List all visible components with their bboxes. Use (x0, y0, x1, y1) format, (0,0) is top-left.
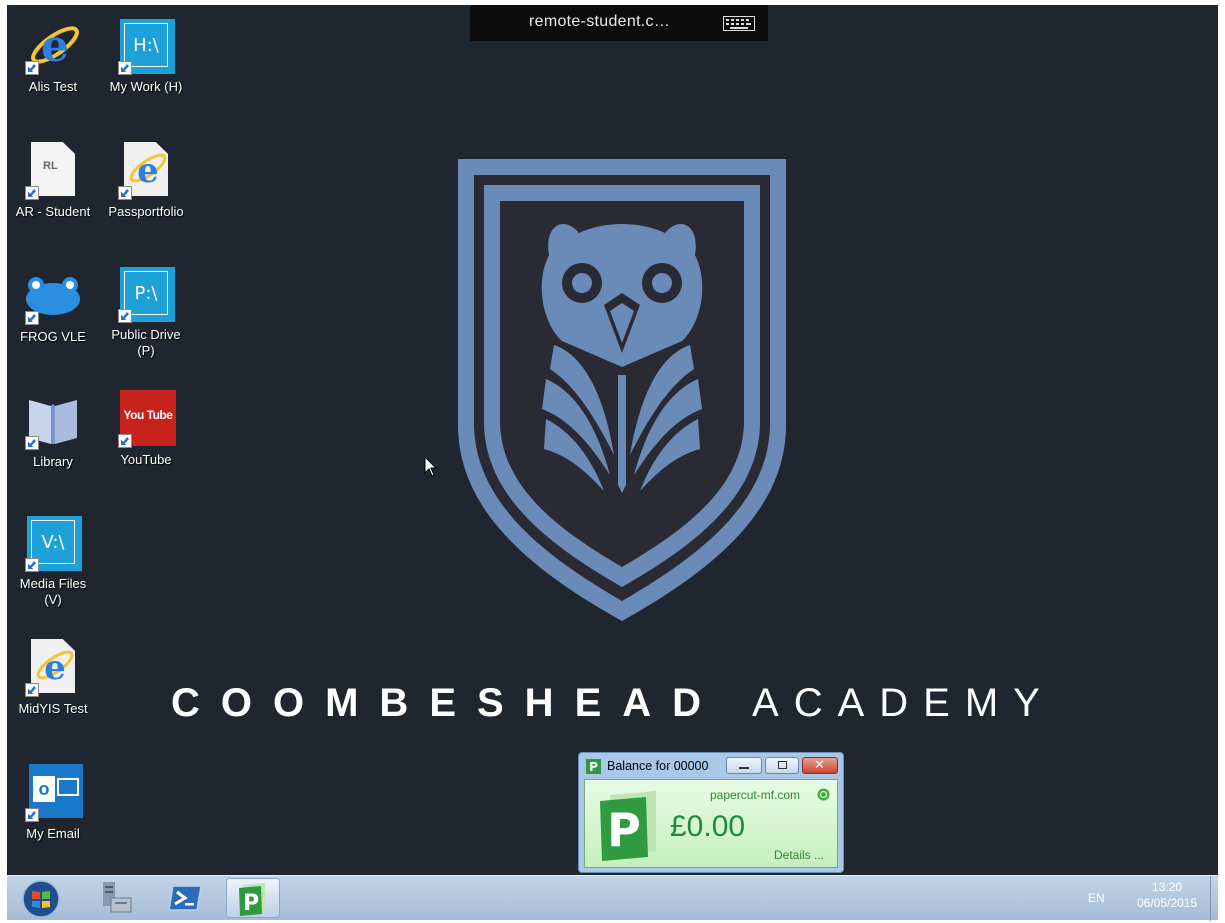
desktop-icon-label: AR - Student (15, 204, 91, 219)
svg-text:P: P (607, 803, 641, 857)
desktop-icon-label: My Email (26, 826, 80, 841)
youtube-brand-text: You Tube (123, 408, 173, 422)
shortcut-arrow-icon (25, 311, 39, 325)
desktop-icon-label: My Work (H) (109, 79, 183, 94)
document-icon-text: RL (43, 160, 58, 172)
svg-text:e: e (44, 648, 66, 688)
desktop-icon-youtube[interactable]: You Tube YouTube (102, 388, 190, 468)
shortcut-arrow-icon (118, 186, 132, 200)
desktop-icon-label: Alis Test (28, 79, 78, 94)
desktop-icon-label: Library (33, 454, 73, 469)
desktop-icon-label: MidYIS Test (18, 701, 88, 716)
desktop-icon-media-files[interactable]: V:\ Media Files (V) (9, 512, 97, 608)
papercut-details-link[interactable]: Details ... (774, 848, 824, 862)
remote-session-title: remote-student.c… (529, 13, 671, 30)
start-orb-icon (22, 880, 60, 918)
taskbar-server-manager[interactable] (89, 878, 143, 918)
svg-text:P: P (243, 891, 259, 916)
desktop-icon-midyis-test[interactable]: e MidYIS Test (9, 637, 97, 717)
desktop-icon-alis-test[interactable]: e Alis Test (9, 15, 97, 95)
remote-session-bar[interactable]: remote-student.c… (470, 5, 768, 41)
desktop-icon-passportfolio[interactable]: e Passportfolio (102, 140, 190, 220)
desktop-icon-frog-vle[interactable]: FROG VLE (9, 265, 97, 345)
clock-date: 06/05/2015 (1136, 896, 1198, 910)
shortcut-arrow-icon (118, 434, 132, 448)
desktop-icon-label: FROG VLE (20, 329, 86, 344)
powershell-icon (168, 885, 202, 911)
shortcut-arrow-icon (25, 808, 39, 822)
papercut-logo-icon: P (600, 791, 656, 861)
mouse-cursor-icon (424, 456, 438, 477)
desktop-icon-label: YouTube (120, 452, 172, 467)
language-indicator[interactable]: EN (1088, 891, 1105, 905)
papercut-site-link[interactable]: papercut-mf.com (710, 788, 800, 802)
shortcut-arrow-icon (25, 558, 39, 572)
shortcut-arrow-icon (25, 436, 39, 450)
maximize-button[interactable] (765, 757, 799, 774)
papercut-window-title: Balance for 00000 (607, 759, 709, 773)
start-button[interactable] (11, 878, 71, 918)
desktop: remote-student.c… e Alis Test H:\ My Wor… (7, 5, 1218, 875)
papercut-balance-panel: P papercut-mf.com £0.00 Details ... (584, 779, 838, 868)
svg-text:P: P (589, 760, 598, 774)
papercut-balance-window[interactable]: P Balance for 00000 P papercut-mf.com £0… (578, 752, 844, 873)
system-clock[interactable]: 13:20 06/05/2015 (1131, 879, 1203, 911)
minimize-button[interactable] (726, 757, 762, 774)
academy-wordmark: COOMBESHEAD ACADEMY (171, 681, 1091, 731)
brand-secondary-text: ACADEMY (752, 681, 1055, 725)
taskbar: P EN 13:20 06/05/2015 (7, 875, 1219, 921)
shortcut-arrow-icon (25, 61, 39, 75)
desktop-icon-library[interactable]: Library (9, 390, 97, 470)
show-desktop-button[interactable] (1210, 876, 1219, 921)
desktop-icon-ar-student[interactable]: RL AR - Student (9, 140, 97, 220)
clock-time: 13:20 (1151, 880, 1183, 894)
taskbar-papercut[interactable]: P (226, 878, 280, 918)
papercut-titlebar[interactable]: P Balance for 00000 (579, 753, 843, 779)
keyboard-icon[interactable] (723, 16, 755, 31)
server-manager-icon (103, 882, 132, 913)
desktop-icon-public-drive[interactable]: P:\ Public Drive (P) (102, 263, 190, 359)
brand-primary-text: COOMBESHEAD (171, 681, 723, 725)
taskbar-powershell[interactable] (159, 878, 213, 918)
desktop-icon-my-work[interactable]: H:\ My Work (H) (102, 15, 190, 95)
svg-text:e: e (137, 151, 159, 191)
shortcut-arrow-icon (25, 186, 39, 200)
papercut-icon: P (586, 759, 601, 774)
globe-icon (817, 788, 830, 801)
academy-crest-logo (458, 159, 786, 621)
desktop-icon-my-email[interactable]: o My Email (9, 762, 97, 842)
svg-text:e: e (41, 21, 69, 72)
papercut-icon: P (239, 883, 265, 916)
desktop-icon-label: Public Drive (P) (111, 327, 181, 358)
shortcut-arrow-icon (118, 309, 132, 323)
desktop-icon-label: Media Files (V) (19, 576, 87, 607)
desktop-icon-label: Passportfolio (108, 204, 184, 219)
close-button[interactable] (802, 757, 838, 774)
shortcut-arrow-icon (25, 683, 39, 697)
shortcut-arrow-icon (118, 61, 132, 75)
papercut-balance-amount: £0.00 (670, 810, 746, 843)
